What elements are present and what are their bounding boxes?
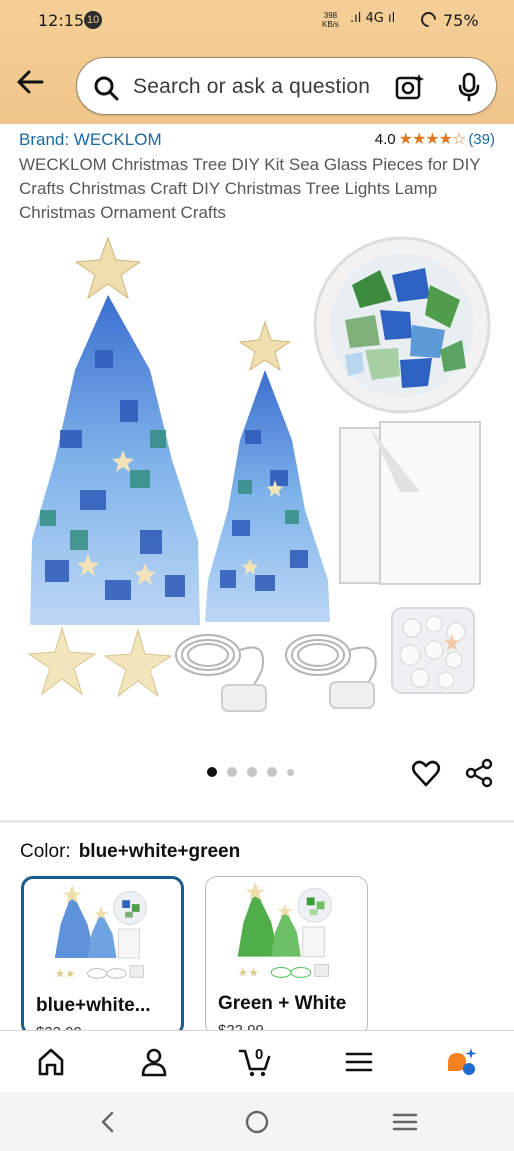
carousel-dot-3[interactable] — [247, 767, 257, 777]
system-navigation-bar — [0, 1092, 514, 1151]
rating-stars-icon: ★★★★☆ — [398, 131, 467, 148]
network-type: 4G — [365, 11, 384, 26]
battery-level: 75% — [443, 11, 479, 30]
network-speed: 398 KB/s — [322, 11, 339, 29]
carousel-dot-1[interactable] — [207, 767, 217, 777]
rating-count[interactable]: (39) — [468, 131, 495, 148]
wifi-signal-icon: .ıl — [350, 11, 362, 26]
network-speed-unit: KB/s — [322, 20, 339, 29]
color-option-name: Green + White — [218, 993, 347, 1014]
cell-signal-icon: ıl — [388, 11, 396, 26]
system-recents-icon[interactable] — [392, 1109, 418, 1135]
system-home-icon[interactable] — [244, 1109, 270, 1135]
microphone-icon[interactable] — [457, 72, 481, 102]
carousel-dot-4[interactable] — [267, 767, 277, 777]
sea-glass-bowl-illustration — [313, 236, 491, 414]
carousel-dot-2[interactable] — [227, 767, 237, 777]
color-option-green[interactable]: ★★ Green + White $22.99 — [205, 876, 368, 1036]
rufus-icon[interactable] — [444, 1045, 478, 1079]
shells-box-illustration — [391, 607, 475, 694]
search-icon — [94, 76, 119, 101]
large-tree-illustration — [30, 236, 200, 625]
signal-indicator: .ıl 4G ıl — [350, 11, 395, 26]
selected-color-value: blue+white+green — [78, 841, 241, 862]
color-option-blue-thumbnail: ★★ — [54, 884, 147, 980]
color-label: Color: blue+white+green — [20, 841, 240, 863]
product-title: WECKLOM Christmas Tree DIY Kit Sea Glass… — [19, 155, 481, 222]
account-icon[interactable] — [137, 1045, 171, 1079]
product-image[interactable] — [0, 230, 514, 720]
menu-icon[interactable] — [342, 1045, 376, 1079]
search-bar[interactable]: Search or ask a question — [76, 57, 497, 115]
small-tree-illustration — [205, 320, 330, 622]
system-back-icon[interactable] — [96, 1109, 122, 1135]
back-arrow-icon[interactable] — [14, 66, 46, 98]
starfish-illustration — [27, 626, 173, 698]
svg-text:★★: ★★ — [238, 965, 259, 979]
fairy-lights-illustration — [175, 634, 377, 712]
camera-search-icon[interactable] — [395, 72, 425, 102]
cart-count: 0 — [255, 1046, 264, 1063]
home-icon[interactable] — [34, 1045, 68, 1079]
acrylic-sheets-illustration — [339, 421, 481, 585]
carousel-dots — [207, 767, 294, 777]
status-bar: 12:15 10 398 KB/s .ıl 4G ıl 75% — [0, 0, 514, 42]
status-time: 12:15 — [38, 11, 85, 30]
color-option-green-thumbnail: ★★ — [237, 881, 332, 979]
color-label-text: Color: — [20, 841, 71, 862]
section-divider — [0, 820, 514, 823]
svg-text:★★: ★★ — [55, 966, 76, 980]
heart-icon[interactable] — [411, 758, 441, 788]
color-option-blue[interactable]: ★★ blue+white... $22.99 — [21, 876, 184, 1036]
rating-value: 4.0 — [374, 130, 396, 148]
share-icon[interactable] — [464, 758, 494, 788]
carousel-dot-5[interactable] — [287, 768, 294, 776]
notification-badge: 10 — [84, 11, 102, 29]
search-placeholder[interactable]: Search or ask a question — [133, 75, 370, 99]
battery-icon — [417, 8, 440, 31]
brand-link[interactable]: Brand: WECKLOM — [19, 130, 162, 150]
color-option-name: blue+white... — [36, 995, 151, 1016]
network-speed-value: 398 — [323, 11, 338, 20]
rating-summary[interactable]: 4.0 ★★★★☆ (39) — [375, 129, 495, 149]
